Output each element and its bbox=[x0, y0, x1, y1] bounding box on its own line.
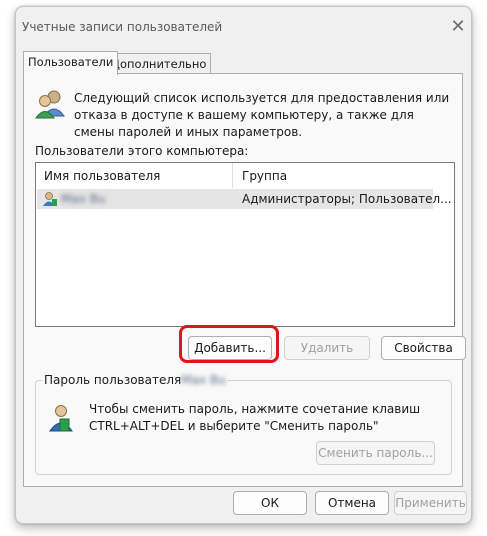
users-tab-panel: Следующий список используется для предос… bbox=[23, 73, 466, 487]
window-title: Учетные записи пользователей bbox=[22, 20, 223, 34]
tab-advanced[interactable]: Дополнительно bbox=[106, 53, 212, 74]
row-group: Администраторы; Пользовател... bbox=[242, 192, 452, 206]
user-icon bbox=[43, 192, 57, 206]
annotation-highlight bbox=[179, 325, 279, 363]
apply-button[interactable]: Применить bbox=[394, 491, 467, 515]
row-username: Маx Bu bbox=[61, 192, 106, 206]
users-icon bbox=[35, 90, 65, 119]
cancel-button[interactable]: Отмена bbox=[315, 491, 389, 515]
password-group: Пароль пользователяМаx Bu Чтобы сменить … bbox=[35, 373, 452, 475]
table-row[interactable]: Маx Bu Администраторы; Пользовател... bbox=[37, 189, 452, 209]
column-separator[interactable] bbox=[232, 163, 233, 188]
listview-header: Имя пользователя Группа bbox=[36, 163, 454, 188]
close-icon[interactable]: ✕ bbox=[444, 12, 471, 40]
password-group-title: Пароль пользователяМаx Bu bbox=[42, 373, 228, 387]
user-accounts-dialog: Учетные записи пользователей ✕ Пользоват… bbox=[15, 6, 472, 524]
properties-button[interactable]: Свойства bbox=[381, 336, 466, 360]
info-text: Следующий список используется для предос… bbox=[74, 91, 450, 139]
ok-button[interactable]: ОК bbox=[233, 491, 307, 515]
users-listview[interactable]: Имя пользователя Группа Маx Bu Администр… bbox=[35, 162, 455, 327]
column-header-username[interactable]: Имя пользователя bbox=[44, 169, 160, 183]
password-instructions: Чтобы сменить пароль, нажмите сочетание … bbox=[89, 402, 421, 433]
user-key-icon bbox=[49, 405, 73, 432]
password-group-user: Маx Bu bbox=[181, 373, 226, 387]
column-header-group[interactable]: Группа bbox=[242, 169, 287, 183]
remove-button[interactable]: Удалить bbox=[284, 336, 370, 360]
users-list-label: Пользователи этого компьютера: bbox=[35, 144, 249, 158]
change-password-button[interactable]: Сменить пароль... bbox=[316, 441, 435, 465]
tab-users[interactable]: Пользователи bbox=[23, 51, 119, 75]
